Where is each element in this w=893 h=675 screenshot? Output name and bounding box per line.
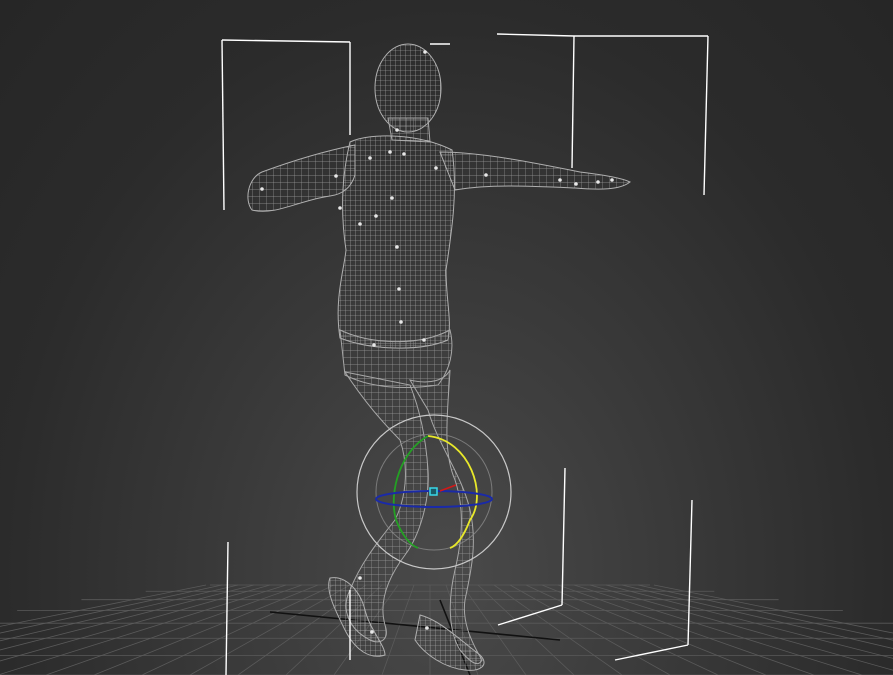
gizmo-x-axis-arrow[interactable] — [439, 484, 457, 492]
viewport-perspective[interactable] — [0, 0, 893, 675]
grid-line — [141, 584, 335, 675]
right-arm-mesh — [439, 151, 631, 191]
bone-marker-icon — [574, 182, 578, 186]
bone-marker-icon — [334, 174, 338, 178]
bone-marker-icon — [425, 626, 429, 630]
gizmo-pivot-icon[interactable] — [429, 487, 438, 496]
grid-line — [0, 584, 287, 675]
bone-marker-icon — [434, 166, 438, 170]
grid-line — [381, 584, 415, 675]
bone-marker-icon — [610, 178, 614, 182]
bone-marker-icon — [338, 206, 342, 210]
grid-line — [189, 584, 351, 675]
bone-marker-icon — [399, 320, 403, 324]
grid-line — [557, 584, 815, 675]
grid-line — [45, 584, 303, 675]
bone-marker-icon — [374, 214, 378, 218]
bone-marker-icon — [390, 196, 394, 200]
bone-marker-icon — [372, 343, 376, 347]
bone-marker-icon — [423, 50, 427, 54]
bone-marker-icon — [395, 128, 399, 132]
grid-line — [509, 584, 671, 675]
bone-marker-icon — [358, 576, 362, 580]
grid-line — [541, 584, 767, 675]
grid-line — [637, 584, 893, 641]
grid-line — [573, 584, 863, 675]
bone-marker-icon — [395, 245, 399, 249]
bone-marker-icon — [388, 150, 392, 154]
bone-marker-icon — [397, 287, 401, 291]
bone-marker-icon — [402, 152, 406, 156]
grid-line — [93, 584, 319, 675]
grid-line — [493, 584, 623, 675]
grid-line — [477, 584, 575, 675]
bone-marker-icon — [422, 338, 426, 342]
grid-line — [621, 584, 893, 649]
bone-marker-icon — [368, 156, 372, 160]
bone-marker-icon — [358, 222, 362, 226]
scene-canvas[interactable] — [0, 0, 893, 675]
left-arm-mesh — [247, 144, 356, 212]
bone-marker-icon — [260, 187, 264, 191]
bone-marker-icon — [370, 630, 374, 634]
bone-marker-icon — [558, 178, 562, 182]
bone-marker-icon — [596, 180, 600, 184]
bone-marker-icon — [484, 173, 488, 177]
grid-axis-line — [269, 611, 561, 641]
